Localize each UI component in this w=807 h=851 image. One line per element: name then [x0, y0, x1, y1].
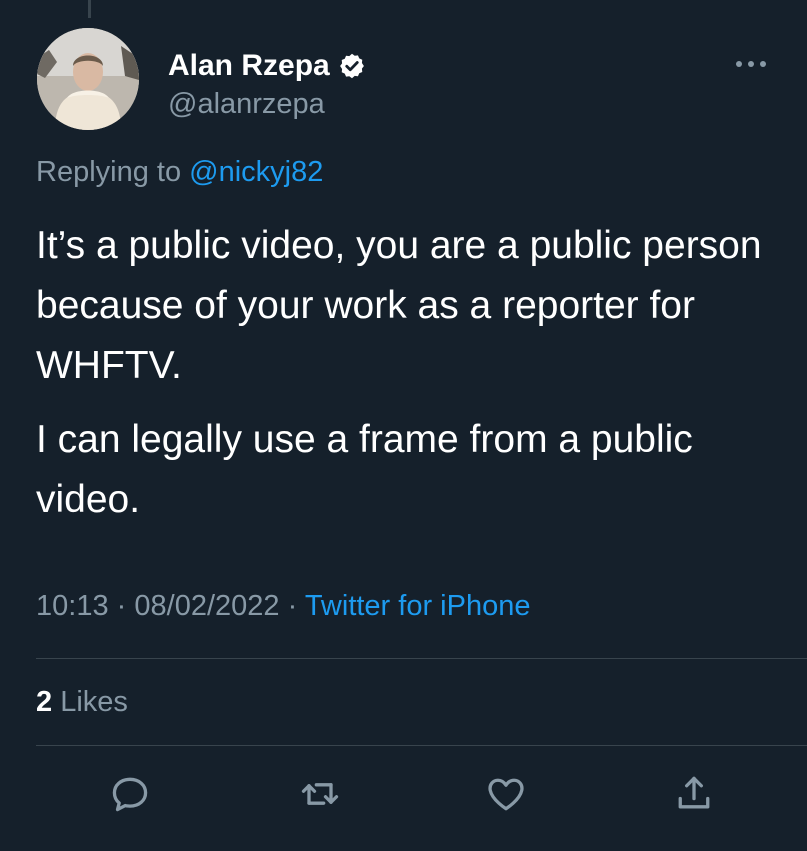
- meta-separator: ·: [287, 590, 298, 622]
- replying-to-prefix: Replying to: [36, 156, 182, 188]
- tweet-body: It’s a public video, you are a public pe…: [36, 216, 776, 544]
- meta-separator: ·: [116, 590, 127, 622]
- reply-mention-link[interactable]: @nickyj82: [189, 156, 323, 188]
- tweet-time[interactable]: 10:13: [36, 590, 109, 622]
- likes-stat[interactable]: 2 Likes: [36, 686, 128, 719]
- author-handle[interactable]: @alanrzepa: [168, 88, 325, 121]
- tweet-source-link[interactable]: Twitter for iPhone: [305, 590, 531, 622]
- thread-connector-line: [88, 0, 91, 18]
- tweet-date[interactable]: 08/02/2022: [134, 590, 279, 622]
- reply-icon[interactable]: [108, 772, 152, 816]
- avatar[interactable]: [37, 28, 139, 130]
- avatar-photo: [37, 28, 139, 130]
- divider: [36, 658, 807, 659]
- replying-to-line: Replying to @nickyj82: [36, 156, 323, 189]
- tweet-meta: 10:13 · 08/02/2022 · Twitter for iPhone: [36, 590, 530, 623]
- share-icon[interactable]: [672, 772, 716, 816]
- author-name-row: Alan Rzepa: [168, 48, 366, 84]
- likes-count: 2: [36, 686, 53, 718]
- divider: [36, 745, 807, 746]
- tweet-paragraph: It’s a public video, you are a public pe…: [36, 224, 762, 387]
- retweet-icon[interactable]: [298, 772, 342, 816]
- likes-label: Likes: [60, 686, 128, 718]
- more-dots-icon[interactable]: [731, 52, 771, 76]
- verified-badge-icon: [338, 52, 366, 80]
- tweet-paragraph: I can legally use a frame from a public …: [36, 418, 693, 521]
- heart-icon[interactable]: [484, 772, 528, 816]
- author-name[interactable]: Alan Rzepa: [168, 48, 330, 84]
